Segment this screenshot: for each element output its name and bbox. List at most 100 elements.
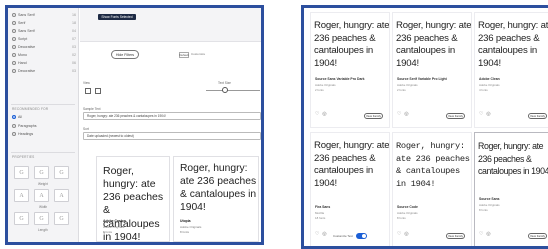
- view-family-button[interactable]: View Family: [528, 233, 547, 239]
- font-foundry: Adobe Originals: [315, 83, 336, 87]
- weight-tile-light[interactable]: G: [14, 166, 29, 179]
- font-specimen: Roger, hungry: ate 236 peaches & cantalo…: [180, 163, 257, 213]
- heart-icon[interactable]: ♡: [315, 231, 319, 237]
- font-card[interactable]: Roger, hungry: ate 236 peaches & cantalo…: [310, 12, 390, 128]
- classification-option[interactable]: Decorative 03: [12, 67, 76, 75]
- radio-icon: [12, 69, 16, 73]
- heart-icon[interactable]: ♡: [397, 111, 401, 117]
- recommended-option-paragraphs[interactable]: Paragraphs: [12, 122, 76, 130]
- heart-icon[interactable]: ♡: [479, 111, 483, 117]
- eye-icon[interactable]: ◎: [404, 231, 408, 237]
- sort-select[interactable]: Date uploaded (newest to oldest): [83, 132, 261, 140]
- card-action-icons: ♡ ◎: [315, 231, 327, 237]
- font-foundry: Adobe Originals: [397, 211, 418, 215]
- font-specimen: Roger, hungry: ate 236 peaches & cantalo…: [478, 141, 548, 176]
- text-size-label: Text Size: [218, 81, 231, 85]
- width-tile-narrow[interactable]: A: [14, 189, 29, 202]
- hide-filters-button[interactable]: Hide Filters: [111, 50, 139, 59]
- font-specimen: Roger, hungry: ate 236 peaches & cantalo…: [314, 20, 390, 69]
- heart-icon[interactable]: ♡: [315, 111, 319, 117]
- font-style-count: 2 fonts: [397, 88, 406, 92]
- classification-option[interactable]: Hand 06: [12, 59, 76, 67]
- eye-icon[interactable]: ◎: [322, 111, 326, 117]
- classification-option[interactable]: Serif 18: [12, 19, 76, 27]
- view-family-button[interactable]: View Family: [528, 113, 547, 119]
- font-card[interactable]: Roger, hungry: ate 236 peaches & cantalo…: [392, 132, 472, 246]
- radio-icon: [12, 45, 16, 49]
- font-name: Fira Sans: [315, 205, 331, 209]
- card-action-icons: ♡ ◎: [479, 231, 491, 237]
- view-family-button[interactable]: View Family: [446, 113, 465, 119]
- weight-tile-bold[interactable]: G: [54, 166, 69, 179]
- customize-text-toggle[interactable]: Customize Text: [333, 233, 367, 239]
- view-family-button[interactable]: View Family: [364, 113, 383, 119]
- classification-option[interactable]: Decorative 03: [12, 43, 76, 51]
- eye-icon[interactable]: ◎: [322, 231, 326, 237]
- font-foundry: Adobe Originals: [103, 225, 125, 229]
- card-action-icons: ♡ ◎: [397, 231, 409, 237]
- sample-text-input[interactable]: Roger, hungry: ate 236 peaches & cantalo…: [83, 112, 261, 120]
- length-tile-medium[interactable]: G: [34, 212, 49, 225]
- font-card[interactable]: Roger, hungry: ate 236 peaches & cantalo…: [96, 156, 170, 242]
- font-style-count: 8 fonts: [479, 208, 488, 212]
- width-tile-wide[interactable]: A: [54, 189, 69, 202]
- classification-option[interactable]: Sans Serif 04: [12, 27, 76, 35]
- width-tile-normal[interactable]: A: [34, 189, 49, 202]
- eye-icon[interactable]: ◎: [404, 111, 408, 117]
- recommended-option-headings[interactable]: Headings: [12, 130, 76, 138]
- classification-option[interactable]: Mono 02: [12, 51, 76, 59]
- view-family-button[interactable]: View Family: [446, 233, 465, 239]
- heart-icon[interactable]: ♡: [397, 231, 401, 237]
- heart-icon[interactable]: ♡: [479, 231, 483, 237]
- toggle-label: Customize Text: [333, 234, 353, 238]
- radio-selected-icon: [12, 115, 16, 119]
- sample-text-label: Sample Text: [83, 107, 101, 111]
- weight-tile-regular[interactable]: G: [34, 166, 49, 179]
- font-style-count: 2 fonts: [315, 88, 324, 92]
- font-card[interactable]: Roger, hungry: ate 236 peaches & cantalo…: [173, 156, 259, 242]
- width-caption: Width: [39, 205, 48, 209]
- view-label: View: [83, 81, 90, 85]
- font-specimen: Roger, hungry: ate 236 peaches & cantalo…: [103, 165, 164, 242]
- font-foundry: Adobe Originals: [397, 83, 418, 87]
- length-tile-long[interactable]: G: [54, 212, 69, 225]
- font-card[interactable]: Roger, hungry: ate 236 peaches & cantalo…: [474, 132, 548, 246]
- font-card[interactable]: Roger, hungry: ate 236 peaches & cantalo…: [474, 12, 548, 128]
- length-tile-short[interactable]: G: [14, 212, 29, 225]
- text-size-slider-track[interactable]: [206, 90, 260, 91]
- font-style-count: 8 fonts: [180, 230, 190, 234]
- font-name: Source Code: [397, 205, 418, 209]
- customize-view-tag[interactable]: Customize: [191, 52, 205, 56]
- text-size-slider-handle[interactable]: [222, 87, 228, 93]
- toolbar-strip: Show Fonts Selected: [80, 8, 261, 42]
- radio-icon: [12, 124, 16, 128]
- grid-view-icon[interactable]: [95, 88, 101, 94]
- eye-icon[interactable]: ◎: [486, 231, 490, 237]
- font-card[interactable]: Roger, hungry: ate 236 peaches & cantalo…: [310, 132, 390, 246]
- classification-option[interactable]: Sans Serif 16: [12, 11, 76, 19]
- font-specimen: Roger, hungry: ate 236 peaches & cantalo…: [314, 140, 390, 189]
- font-name: Utopia: [180, 219, 191, 223]
- sort-label: Sort: [83, 127, 89, 131]
- font-foundry: Mozilla: [315, 211, 324, 215]
- toggle-switch-icon[interactable]: [355, 233, 367, 239]
- font-specimen: Roger, hungry: ate 236 peaches & cantalo…: [396, 141, 470, 189]
- left-screenshot-panel: Sans Serif 16 Serif 18 Sans Serif 04 Script…: [5, 5, 264, 245]
- font-style-count: 18 fonts: [315, 216, 326, 220]
- font-name: Source Serif Variable Pro Light: [397, 77, 447, 81]
- font-card[interactable]: Roger, hungry: ate 236 peaches & cantalo…: [392, 12, 472, 128]
- default-view-tag[interactable]: Default: [179, 52, 189, 58]
- font-foundry: Adobe Originals: [479, 203, 500, 207]
- divider: [11, 104, 75, 105]
- properties-heading: PROPERTIES: [12, 155, 35, 159]
- list-view-icon[interactable]: [85, 88, 91, 94]
- recommended-option-all[interactable]: All: [12, 113, 76, 121]
- length-caption: Length: [38, 228, 48, 232]
- card-action-icons: ♡ ◎: [315, 111, 327, 117]
- font-style-count: 4 fonts: [479, 88, 488, 92]
- card-action-icons: ♡ ◎: [397, 111, 409, 117]
- eye-icon[interactable]: ◎: [486, 111, 490, 117]
- show-selected-button[interactable]: Show Fonts Selected: [98, 14, 136, 20]
- font-style-count: 8 fonts: [103, 230, 113, 234]
- classification-option[interactable]: Script 07: [12, 35, 76, 43]
